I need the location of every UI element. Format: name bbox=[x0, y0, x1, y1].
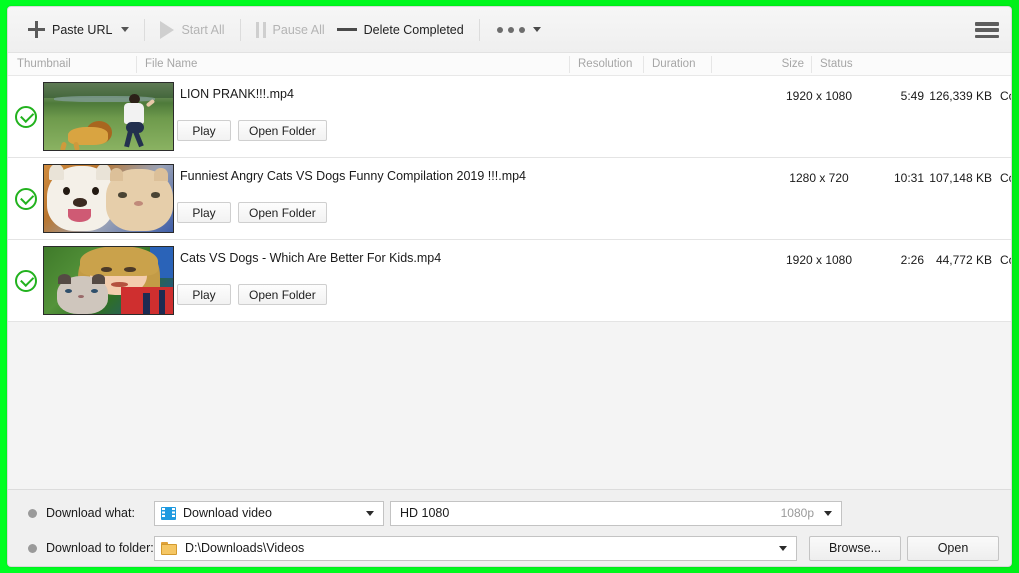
status-value: Completed bbox=[1000, 253, 1011, 267]
toolbar: Paste URL Start All Pause All Delete Com… bbox=[8, 7, 1011, 53]
delete-completed-label: Delete Completed bbox=[363, 22, 464, 37]
toolbar-divider-2 bbox=[239, 18, 241, 41]
three-dots-icon bbox=[496, 26, 525, 33]
duration-value: 5:49 bbox=[900, 89, 924, 103]
row-content: Funniest Angry Cats VS Dogs Funny Compil… bbox=[174, 158, 1011, 240]
row-content: Cats VS Dogs - Which Are Better For Kids… bbox=[174, 240, 1011, 322]
thumbnail-image-cats-vs-dogs-compilation bbox=[44, 165, 173, 232]
column-header-resolution[interactable]: Resolution bbox=[569, 53, 643, 76]
toolbar-divider-1 bbox=[144, 18, 146, 41]
quality-select[interactable]: HD 1080 1080p bbox=[390, 500, 842, 526]
status-value: Completed bbox=[1000, 89, 1011, 103]
thumbnail[interactable] bbox=[43, 246, 174, 315]
resolution-value: 1920 x 1080 bbox=[785, 89, 853, 103]
hamburger-menu-icon[interactable] bbox=[975, 19, 999, 41]
download-list[interactable]: LION PRANK!!!.mp4 Play Open Folder 1920 … bbox=[8, 76, 1011, 489]
pause-icon bbox=[255, 21, 266, 38]
delete-completed-button[interactable]: Delete Completed bbox=[331, 15, 470, 45]
bottom-panel: Download what: Download video HD 1080 10… bbox=[8, 489, 1011, 566]
size-value: 126,339 KB bbox=[929, 89, 992, 103]
column-header-file-name[interactable]: File Name bbox=[136, 53, 569, 76]
open-button[interactable]: Open bbox=[907, 535, 999, 561]
check-circle-icon bbox=[14, 270, 37, 292]
browse-button[interactable]: Browse... bbox=[809, 535, 901, 561]
thumbnail[interactable] bbox=[43, 82, 174, 151]
table-row[interactable]: Cats VS Dogs - Which Are Better For Kids… bbox=[8, 240, 1011, 322]
column-headers: Thumbnail File Name Resolution Duration … bbox=[8, 53, 1011, 76]
check-circle-icon bbox=[14, 188, 37, 210]
start-all-label: Start All bbox=[181, 22, 225, 37]
column-header-status[interactable]: Status bbox=[811, 53, 1011, 76]
plus-icon bbox=[28, 21, 45, 38]
quality-suffix: 1080p bbox=[780, 506, 814, 520]
size-value: 44,772 KB bbox=[935, 253, 992, 267]
row-content: LION PRANK!!!.mp4 Play Open Folder 1920 … bbox=[174, 76, 1011, 158]
size-value: 107,148 KB bbox=[929, 171, 992, 185]
column-header-duration[interactable]: Duration bbox=[643, 53, 711, 76]
thumbnail[interactable] bbox=[43, 164, 174, 233]
table-row[interactable]: Funniest Angry Cats VS Dogs Funny Compil… bbox=[8, 158, 1011, 240]
downloader-window: Paste URL Start All Pause All Delete Com… bbox=[7, 6, 1012, 567]
chevron-down-icon-more[interactable] bbox=[532, 27, 541, 32]
paste-url-button[interactable]: Paste URL bbox=[22, 15, 135, 45]
paste-url-label: Paste URL bbox=[52, 22, 113, 37]
duration-value: 10:31 bbox=[893, 171, 924, 185]
start-all-button[interactable]: Start All bbox=[154, 15, 230, 45]
download-what-row: Download what: Download video HD 1080 10… bbox=[20, 500, 999, 526]
table-row[interactable]: LION PRANK!!!.mp4 Play Open Folder 1920 … bbox=[8, 76, 1011, 158]
chevron-down-icon-what[interactable] bbox=[366, 510, 374, 516]
thumbnail-image-cats-vs-dogs-kids bbox=[44, 247, 173, 314]
screen: Paste URL Start All Pause All Delete Com… bbox=[0, 0, 1019, 573]
chevron-down-icon[interactable] bbox=[121, 27, 130, 32]
folder-path-select[interactable]: D:\Downloads\Videos bbox=[154, 535, 797, 561]
check-circle-icon bbox=[14, 106, 37, 128]
resolution-value: 1280 x 720 bbox=[789, 171, 849, 185]
chevron-down-icon-folder[interactable] bbox=[779, 545, 787, 551]
pause-all-button[interactable]: Pause All bbox=[250, 15, 331, 45]
bullet-icon-download-what bbox=[28, 508, 37, 518]
download-to-folder-label: Download to folder: bbox=[46, 541, 154, 555]
film-strip-icon bbox=[161, 506, 176, 520]
toolbar-divider-3 bbox=[478, 18, 480, 41]
more-options-button[interactable] bbox=[489, 15, 549, 45]
download-what-value: Download video bbox=[183, 506, 272, 520]
download-what-label: Download what: bbox=[46, 506, 135, 520]
column-header-thumbnail[interactable]: Thumbnail bbox=[8, 53, 136, 76]
pause-all-label: Pause All bbox=[272, 22, 325, 37]
resolution-value: 1920 x 1080 bbox=[785, 253, 853, 267]
status-value: Completed bbox=[1000, 171, 1011, 185]
download-folder-row: Download to folder: D:\Downloads\Videos … bbox=[20, 535, 999, 561]
thumbnail-image-lion-prank bbox=[44, 83, 173, 150]
column-header-size[interactable]: Size bbox=[711, 53, 811, 76]
folder-path-value: D:\Downloads\Videos bbox=[185, 541, 305, 555]
bullet-icon-download-folder bbox=[28, 543, 37, 553]
quality-value: HD 1080 bbox=[400, 506, 450, 520]
folder-icon bbox=[161, 541, 177, 555]
row-status-indicator bbox=[8, 240, 43, 322]
row-status-indicator bbox=[8, 158, 43, 240]
download-what-select[interactable]: Download video bbox=[154, 500, 384, 526]
chevron-down-icon-quality[interactable] bbox=[824, 510, 832, 516]
play-icon bbox=[160, 20, 175, 39]
dash-icon bbox=[336, 28, 357, 31]
duration-value: 2:26 bbox=[900, 253, 924, 267]
row-status-indicator bbox=[8, 76, 43, 158]
